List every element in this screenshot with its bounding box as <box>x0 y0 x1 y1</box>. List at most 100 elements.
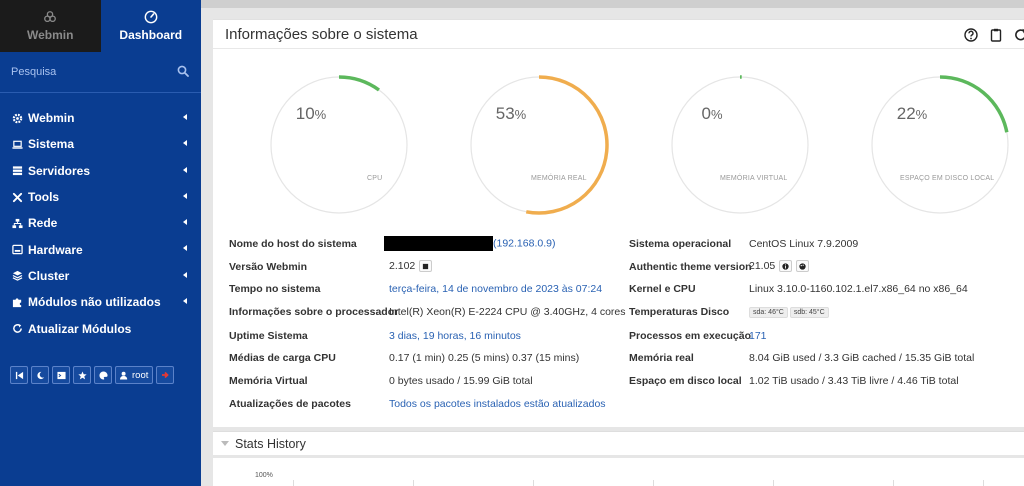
sidebar-item-webmin[interactable]: Webmin <box>0 105 201 131</box>
grid-line <box>653 480 654 486</box>
dashboard-icon <box>144 10 158 24</box>
gauge-number: 0 <box>701 104 711 123</box>
webmin-changelog-button[interactable] <box>419 260 433 273</box>
chevron-left-icon <box>183 219 187 226</box>
sidebar-item-hardware[interactable]: Hardware <box>0 236 201 262</box>
info-value-theme-version: 21.05 <box>749 260 810 273</box>
processes-link[interactable]: 171 <box>749 330 767 342</box>
info-value-load: 0.17 (1 min) 0.25 (5 mins) 0.37 (15 mins… <box>389 352 580 364</box>
info-icon <box>782 263 789 270</box>
gauge-track <box>671 76 809 214</box>
search-box <box>0 57 201 93</box>
stats-history-body: 100% <box>213 458 1024 486</box>
theme-button[interactable] <box>94 366 112 384</box>
sidebar-item-label: Atualizar Módulos <box>28 321 132 336</box>
info-label-os: Sistema operacional <box>629 238 732 250</box>
info-label-package-updates: Atualizações de pacotes <box>229 398 351 410</box>
stats-history-title: Stats History <box>235 436 306 451</box>
info-value-hostname: (192.168.0.9) <box>384 236 555 251</box>
tools-icon <box>12 192 22 202</box>
theme-info-button[interactable] <box>779 260 793 273</box>
sidebar-item-tools[interactable]: Tools <box>0 184 201 210</box>
sidebar-item-rede[interactable]: Rede <box>0 210 201 236</box>
gauge-arc <box>525 75 609 215</box>
clipboard-icon[interactable] <box>989 28 1003 42</box>
terminal-icon <box>56 371 66 379</box>
info-value-webmin-version: 2.102 <box>389 260 433 273</box>
uptime-link[interactable]: 3 dias, 19 horas, 16 minutos <box>389 330 521 342</box>
puzzle-icon <box>12 298 21 307</box>
stats-history-header[interactable]: Stats History <box>213 431 1024 455</box>
night-mode-button[interactable] <box>31 366 49 384</box>
chevron-left-icon <box>183 298 187 305</box>
moon-icon <box>36 371 44 379</box>
info-value-real-memory: 8.04 GiB used / 3.3 GiB cached / 15.35 G… <box>749 352 975 364</box>
star-icon <box>77 370 87 379</box>
top-bar <box>201 0 1024 8</box>
chevron-left-icon <box>183 140 187 147</box>
logout-button[interactable] <box>156 366 175 384</box>
webmin-version: 2.102 <box>389 260 416 272</box>
gauge-ring <box>470 75 609 215</box>
gear-icon <box>12 113 22 123</box>
info-label-virtual-memory: Memória Virtual <box>229 375 308 387</box>
system-time-link[interactable]: terça-feira, 14 de novembro de 2023 às 0… <box>389 283 602 295</box>
gauge-label: MEMÓRIA REAL <box>531 175 587 182</box>
sidebar-item-cluster[interactable]: Cluster <box>0 263 201 289</box>
gauge-percent-sign: % <box>710 107 723 122</box>
gauge-ring <box>671 75 809 214</box>
help-icon[interactable] <box>964 28 978 42</box>
user-button[interactable]: root <box>115 366 154 384</box>
sidebar-item-modulos-nao-utilizados[interactable]: Módulos não utilizados <box>0 289 201 315</box>
panel-header: Informações sobre o sistema <box>213 20 1024 49</box>
sidebar-tabs: Webmin Dashboard <box>0 0 201 52</box>
user-name: root <box>132 369 149 381</box>
sidebar-item-servidores[interactable]: Servidores <box>0 158 201 184</box>
system-info-panel: Informações sobre o sistema 10% CPU 53% … <box>213 19 1024 427</box>
info-label-processes: Processos em execução <box>629 330 751 342</box>
info-label-time: Tempo no sistema <box>229 283 321 295</box>
info-label-local-disk: Espaço em disco local <box>629 375 742 387</box>
refresh-icon[interactable] <box>1014 28 1024 42</box>
disk-temp-chip: sdb: 45°C <box>789 306 829 318</box>
info-value-local-disk: 1.02 TiB usado / 3.43 TiB livre / 4.46 T… <box>749 375 959 387</box>
layers-icon <box>12 271 22 282</box>
info-label-uptime: Uptime Sistema <box>229 330 308 342</box>
gauge-value: 0% <box>667 104 757 124</box>
info-label-load: Médias de carga CPU <box>229 352 336 364</box>
network-icon <box>11 218 23 228</box>
step-backward-icon <box>15 371 23 379</box>
favorites-button[interactable] <box>73 366 91 384</box>
refresh-icon <box>12 323 22 333</box>
sidebar-item-sistema[interactable]: Sistema <box>0 131 201 157</box>
sidebar-item-atualizar-modulos[interactable]: Atualizar Módulos <box>0 315 201 341</box>
host-ip-link[interactable]: (192.168.0.9) <box>493 237 555 249</box>
tab-webmin[interactable]: Webmin <box>0 0 101 52</box>
collapse-sidebar-button[interactable] <box>10 366 28 384</box>
sidebar-item-label: Sistema <box>28 137 75 152</box>
info-label-processor: Informações sobre o processador <box>229 306 399 318</box>
info-value-kernel: Linux 3.10.0-1160.102.1.el7.x86_64 no x8… <box>749 283 968 295</box>
package-updates-link[interactable]: Todos os pacotes instalados estão atuali… <box>389 398 606 410</box>
gauge-number: 22 <box>896 104 916 123</box>
sidebar-item-label: Cluster <box>28 268 70 283</box>
laptop-icon <box>11 140 23 149</box>
terminal-button[interactable] <box>52 366 70 384</box>
logout-icon <box>162 371 170 379</box>
search-icon[interactable] <box>177 65 189 77</box>
tab-dashboard[interactable]: Dashboard <box>100 0 201 52</box>
sidebar-item-label: Servidores <box>28 163 91 178</box>
server-icon <box>12 166 22 176</box>
book-icon <box>423 263 429 269</box>
info-value-virtual-memory: 0 bytes usado / 15.99 GiB total <box>389 375 533 387</box>
gauge-espaco-disco: 22% ESPAÇO EM DISCO LOCAL <box>867 72 1013 218</box>
gauge-percent-sign: % <box>514 107 527 122</box>
hostname-redacted <box>384 236 493 251</box>
search-input[interactable] <box>0 57 201 87</box>
info-label-kernel: Kernel e CPU <box>629 283 696 295</box>
sidebar-item-label: Hardware <box>28 242 83 257</box>
sidebar-item-label: Webmin <box>28 111 75 126</box>
sidebar-item-label: Módulos não utilizados <box>28 295 161 310</box>
gauge-label: ESPAÇO EM DISCO LOCAL <box>900 175 995 182</box>
theme-settings-button[interactable] <box>796 260 810 273</box>
